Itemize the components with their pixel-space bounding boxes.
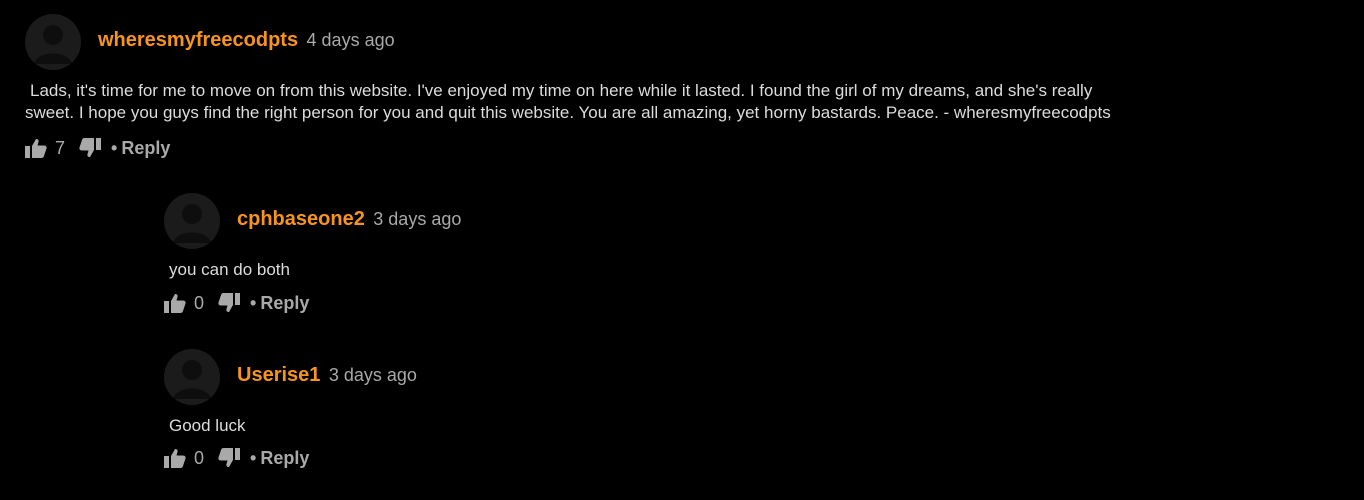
like-count: 0: [194, 447, 205, 468]
comment-actions: 0 • Reply: [164, 446, 309, 470]
comment-text-line: Good luck: [169, 416, 246, 435]
timestamp: 3 days ago: [373, 209, 462, 229]
reply-comment: cphbaseone2 3 days ago you can do both 0…: [164, 193, 1344, 323]
like-count: 0: [194, 292, 205, 313]
comment-header: wheresmyfreecodpts 4 days ago: [98, 29, 395, 52]
comment: wheresmyfreecodpts 4 days ago Lads, it's…: [25, 14, 1345, 158]
comment-text: Good luck: [169, 415, 246, 437]
like-count: 7: [55, 137, 66, 158]
comment-text-line: Lads, it's time for me to move on from t…: [30, 81, 1093, 100]
avatar-icon[interactable]: [25, 14, 81, 70]
avatar-icon[interactable]: [164, 193, 220, 249]
reply-button[interactable]: • Reply: [250, 293, 309, 314]
reply-label[interactable]: Reply: [260, 448, 309, 468]
reply-label[interactable]: Reply: [260, 293, 309, 313]
comment-header: cphbaseone2 3 days ago: [237, 208, 461, 231]
thumbs-down-icon[interactable]: [218, 448, 241, 468]
comment-actions: 0 • Reply: [164, 291, 309, 315]
comment-text-line: sweet. I hope you guys find the right pe…: [25, 103, 1111, 122]
comment-text: you can do both: [169, 259, 290, 281]
separator: •: [111, 137, 118, 158]
reply-button[interactable]: • Reply: [250, 448, 309, 469]
timestamp: 4 days ago: [306, 30, 395, 50]
thumbs-down-icon[interactable]: [218, 293, 241, 313]
username-link[interactable]: wheresmyfreecodpts: [98, 29, 298, 51]
comment-actions: 7 • Reply: [25, 136, 170, 160]
separator: •: [250, 292, 257, 313]
timestamp: 3 days ago: [328, 365, 417, 385]
reply-label[interactable]: Reply: [121, 138, 170, 158]
thumbs-up-icon[interactable]: [25, 138, 47, 158]
separator: •: [250, 447, 257, 468]
reply-comment: Userise1 3 days ago Good luck 0 • Reply: [164, 349, 1344, 479]
thumbs-down-icon[interactable]: [79, 138, 102, 158]
username-link[interactable]: Userise1: [237, 364, 320, 386]
comment-text-line: you can do both: [169, 260, 290, 279]
comment-text: Lads, it's time for me to move on from t…: [25, 80, 1330, 124]
thumbs-up-icon[interactable]: [164, 293, 186, 313]
avatar-icon[interactable]: [164, 349, 220, 405]
reply-button[interactable]: • Reply: [111, 138, 170, 159]
thumbs-up-icon[interactable]: [164, 448, 186, 468]
comment-header: Userise1 3 days ago: [237, 364, 417, 387]
username-link[interactable]: cphbaseone2: [237, 208, 365, 230]
